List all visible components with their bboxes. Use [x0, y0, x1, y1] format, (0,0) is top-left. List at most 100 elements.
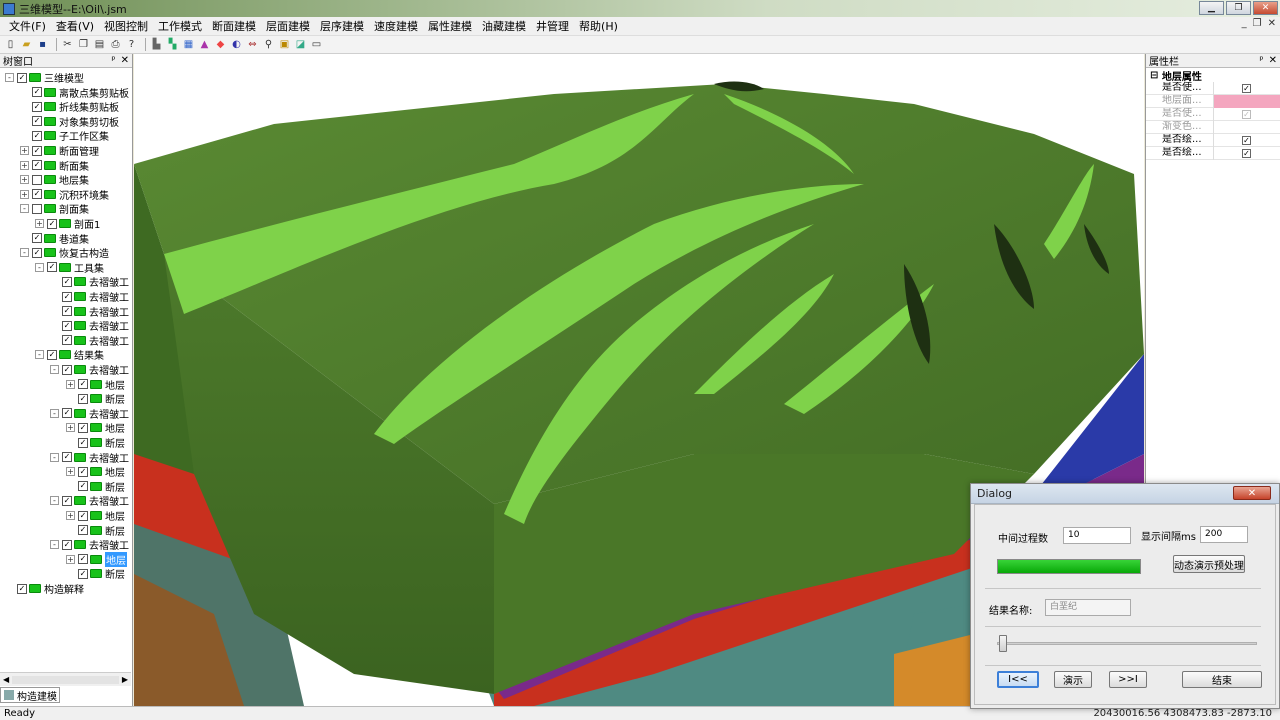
tree-node-checkbox[interactable]: ✓ [78, 510, 88, 521]
fit-icon[interactable]: ▚ [166, 38, 179, 51]
property-value[interactable]: ✓ [1214, 147, 1280, 160]
tree-node-checkbox[interactable]: ✓ [32, 189, 42, 200]
last-frame-button[interactable]: >>I [1109, 671, 1147, 688]
menu-fault-modeling[interactable]: 断面建模 [207, 18, 261, 35]
select-icon[interactable]: ◪ [294, 38, 307, 51]
tree-node[interactable]: ✓ 对象集剪切板 [20, 114, 119, 129]
tree-node[interactable]: + ✓ 断面管理 [20, 143, 99, 158]
preprocess-button[interactable]: 动态演示预处理 [1173, 555, 1245, 573]
property-row[interactable]: 渐变色... [1146, 120, 1280, 134]
property-checkbox[interactable]: ✓ [1242, 135, 1251, 145]
tree-node[interactable]: + ✓ 地层 [66, 551, 127, 567]
tab-structural-modeling[interactable]: 构造建模 [0, 687, 60, 703]
minimize-button[interactable]: ▁ [1199, 1, 1224, 15]
tree-node-label[interactable]: 地层 [105, 508, 125, 523]
mdi-minimize-icon[interactable]: _ [1242, 18, 1247, 29]
collapse-icon[interactable]: - [5, 73, 14, 82]
tree-node-label[interactable]: 对象集剪切板 [59, 114, 119, 129]
tree-node[interactable]: - ✓ 去褶皱工 [50, 362, 129, 377]
expand-icon[interactable]: + [66, 511, 75, 520]
tree-node-label[interactable]: 去褶皱工 [89, 537, 129, 552]
expand-icon[interactable]: + [66, 423, 75, 433]
tree-node-label[interactable]: 断层 [105, 523, 125, 538]
property-value[interactable] [1214, 94, 1280, 108]
tree-node-label[interactable]: 去褶皱工 [89, 304, 129, 319]
tree-node-label[interactable]: 工具集 [74, 260, 104, 275]
interval-input[interactable]: 200 [1200, 526, 1248, 543]
property-value[interactable] [1214, 121, 1280, 134]
tree-node-label[interactable]: 断层 [105, 479, 125, 494]
tree-node-checkbox[interactable]: ✓ [62, 276, 72, 287]
tree-node[interactable]: - ✓ 去褶皱工 [50, 493, 129, 508]
tree-node-label[interactable]: 去褶皱工 [89, 362, 129, 377]
mdi-restore-icon[interactable]: ❐ [1253, 18, 1262, 29]
tree-node-checkbox[interactable]: ✓ [47, 349, 57, 360]
tree-node[interactable]: ✓ 折线集剪贴板 [20, 99, 119, 114]
tree-node-checkbox[interactable]: ✓ [62, 291, 72, 302]
tree-node-label[interactable]: 沉积环境集 [59, 187, 109, 202]
tree-node[interactable]: + ✓ 剖面1 [35, 216, 100, 231]
tree-node-checkbox[interactable]: ✓ [78, 554, 88, 565]
menu-help[interactable]: 帮助(H) [574, 18, 623, 35]
tree-node-label[interactable]: 断面管理 [59, 143, 99, 158]
tree-node-label[interactable]: 离散点集剪贴板 [59, 85, 129, 100]
panel-close-icon[interactable]: ✕ [121, 55, 129, 66]
tree-node-label[interactable]: 断层 [105, 435, 125, 450]
tree-node-label[interactable]: 剖面集 [59, 201, 89, 216]
tree-node-checkbox[interactable]: ✓ [62, 320, 72, 331]
tree-node-checkbox[interactable]: ✓ [47, 262, 57, 273]
menu-velocity-modeling[interactable]: 速度建模 [369, 18, 423, 35]
help-icon[interactable]: ? [125, 38, 138, 51]
maximize-button[interactable]: ❐ [1226, 1, 1251, 15]
tree-node-label[interactable]: 子工作区集 [59, 128, 109, 143]
tree-node[interactable]: ✓ 断层 [66, 479, 125, 494]
tree-node-checkbox[interactable]: ✓ [62, 364, 72, 375]
tree-node[interactable]: + ✓ 地层 [66, 377, 125, 392]
tree-node-checkbox[interactable]: ✓ [78, 525, 88, 536]
tree-node[interactable]: ✓ 断层 [66, 391, 125, 406]
collapse-icon[interactable]: - [50, 452, 59, 462]
scroll-track[interactable] [12, 675, 119, 684]
expand-icon[interactable]: + [66, 379, 75, 389]
tree-node-label[interactable]: 结果集 [74, 347, 104, 362]
property-checkbox[interactable]: ✓ [1242, 109, 1251, 119]
property-row[interactable]: 是否绘... ✓ [1146, 133, 1280, 147]
tree-node[interactable]: - ✓ 去褶皱工 [50, 450, 129, 465]
tree-node-checkbox[interactable]: ✓ [32, 145, 42, 156]
mid-count-input[interactable]: 10 [1063, 527, 1131, 544]
copy-icon[interactable]: ❐ [77, 38, 90, 51]
tree-node-label[interactable]: 去褶皱工 [89, 289, 129, 304]
tree-node-checkbox[interactable]: ✓ [17, 72, 27, 83]
window-icon[interactable]: ▭ [310, 38, 323, 51]
tree-node-label[interactable]: 地层集 [59, 172, 89, 187]
tree-node-checkbox[interactable]: ✓ [17, 583, 27, 594]
collapse-icon[interactable]: - [20, 204, 29, 214]
property-group[interactable]: ⊟ 地层属性 [1146, 69, 1280, 83]
pin-icon[interactable]: ᵖ [1259, 55, 1263, 66]
tree-node-label[interactable]: 恢复古构造 [59, 245, 109, 260]
tree-node-checkbox[interactable]: ✓ [62, 539, 72, 550]
tree-node-checkbox[interactable] [32, 203, 42, 214]
expand-icon[interactable]: + [66, 467, 75, 477]
tree-node-checkbox[interactable] [32, 174, 42, 185]
tree-node-checkbox[interactable]: ✓ [32, 101, 42, 112]
tree-node[interactable]: ✓ 离散点集剪贴板 [20, 85, 129, 100]
property-row[interactable]: 地层面... [1146, 94, 1280, 108]
tree-node-checkbox[interactable]: ✓ [78, 393, 88, 404]
print-icon[interactable]: ⎙ [109, 38, 122, 51]
tree-node[interactable]: ✓ 构造解释 [5, 581, 84, 596]
open-icon[interactable]: ▰ [20, 38, 33, 51]
palette-icon[interactable]: ◐ [230, 38, 243, 51]
collapse-icon[interactable]: - [50, 496, 59, 506]
tree-node[interactable]: - ✓ 三维模型 [5, 70, 84, 85]
end-button[interactable]: 结束 [1182, 671, 1262, 688]
tree-node-checkbox[interactable]: ✓ [78, 481, 88, 492]
property-value[interactable]: ✓ [1214, 82, 1280, 95]
tree-node-label[interactable]: 断层 [105, 566, 125, 581]
tree-node-checkbox[interactable]: ✓ [32, 233, 42, 244]
color-icon[interactable]: ◆ [214, 38, 227, 51]
expand-icon[interactable]: + [66, 554, 75, 564]
menu-horizon-modeling[interactable]: 层面建模 [261, 18, 315, 35]
tree-node[interactable]: ✓ 断层 [66, 435, 125, 450]
demo-button[interactable]: 演示 [1054, 671, 1092, 688]
